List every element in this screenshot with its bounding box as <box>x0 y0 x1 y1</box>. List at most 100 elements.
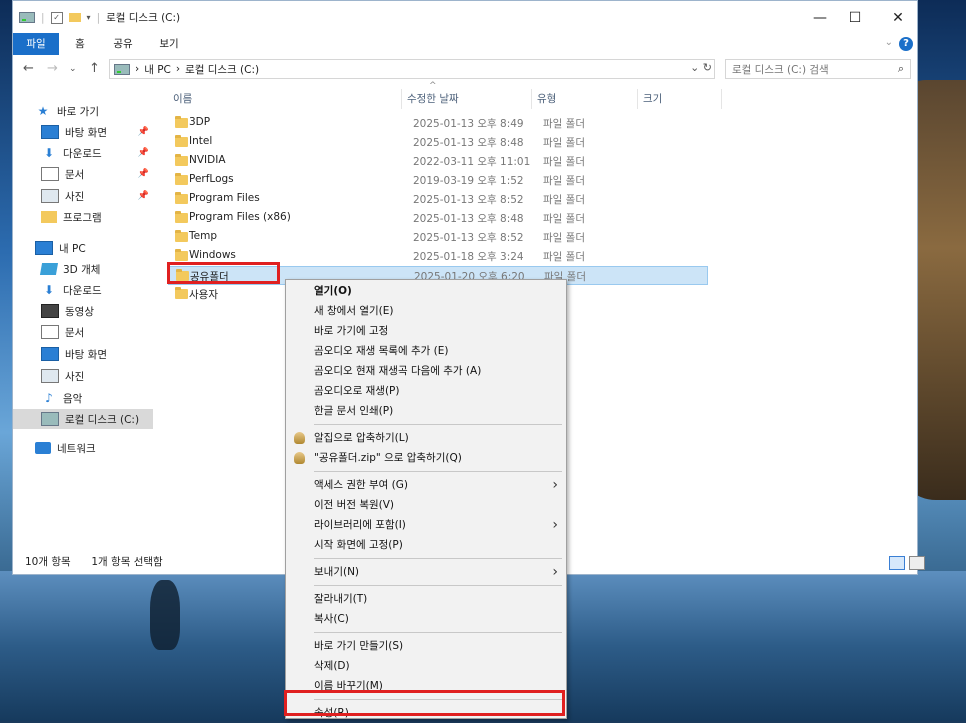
maximize-button[interactable]: ☐ <box>835 5 875 31</box>
file-type: 파일 폴더 <box>543 194 585 206</box>
menu-item[interactable]: 삭제(D) <box>314 656 350 676</box>
tab-file[interactable]: 파일 <box>13 33 59 55</box>
refresh-button[interactable]: ⌄ ↻ <box>690 61 712 74</box>
ribbon-expand-icon[interactable]: ⌄ <box>885 37 893 48</box>
drive-icon <box>41 412 59 426</box>
sidebar-item[interactable]: ⬇ 다운로드 <box>13 280 153 300</box>
menu-item[interactable]: 한글 문서 인쇄(P) <box>314 401 393 421</box>
sidebar-item[interactable]: 로컬 디스크 (C:) <box>13 409 153 429</box>
menu-item[interactable]: 곰오디오 현재 재생곡 다음에 추가 (A) <box>314 361 481 381</box>
sidebar-item-label: 네트워크 <box>57 442 96 455</box>
file-row[interactable]: Program Files (x86) 2025-01-13 오후 8:48 파일 … <box>168 209 708 228</box>
file-row[interactable]: NVIDIA 2022-03-11 오후 11:01 파일 폴더 <box>168 152 708 171</box>
column-type[interactable]: 유형 <box>537 91 556 106</box>
column-size[interactable]: 크기 <box>643 91 662 106</box>
drive-icon <box>114 63 130 75</box>
file-row[interactable]: Temp 2025-01-13 오후 8:52 파일 폴더 <box>168 228 708 247</box>
properties-check-icon[interactable]: ✓ <box>50 11 63 24</box>
tab-share[interactable]: 공유 <box>105 33 141 55</box>
sidebar-item[interactable]: 내 PC <box>13 238 153 258</box>
document-icon <box>41 325 59 339</box>
sidebar-item[interactable]: 동영상 <box>13 301 153 321</box>
breadcrumb-local-disk[interactable]: 로컬 디스크 (C:) <box>185 62 259 77</box>
menu-item[interactable]: 바로 가기 만들기(S) <box>314 636 403 656</box>
back-button[interactable]: ← <box>23 61 34 76</box>
file-row[interactable]: Intel 2025-01-13 오후 8:48 파일 폴더 <box>168 133 708 152</box>
menu-item[interactable]: 바로 가기에 고정 <box>314 321 388 341</box>
help-icon[interactable]: ? <box>899 37 913 51</box>
customize-toolbar-icon[interactable]: ▾ <box>87 13 91 22</box>
desktop-icon <box>41 347 59 361</box>
search-box[interactable]: ⌕ <box>725 59 911 79</box>
menu-item[interactable]: 곰오디오 재생 목록에 추가 (E) <box>314 341 448 361</box>
breadcrumb-this-pc[interactable]: 내 PC <box>144 62 171 77</box>
up-button[interactable]: ↑ <box>89 61 100 76</box>
sidebar-item-label: 내 PC <box>59 242 86 255</box>
sidebar-item-label: 음악 <box>63 392 83 405</box>
folder-icon <box>175 116 188 128</box>
menu-item[interactable]: 알집으로 압축하기(L) <box>314 428 409 448</box>
file-type: 파일 폴더 <box>543 175 585 187</box>
folder-icon <box>175 230 188 242</box>
sidebar-item[interactable]: 사진 <box>13 366 153 386</box>
sidebar-item[interactable]: ⬇ 다운로드 📌 <box>13 143 153 163</box>
search-input[interactable] <box>730 61 884 79</box>
drive-icon[interactable] <box>19 12 35 23</box>
pin-icon[interactable]: 📌 <box>138 148 149 158</box>
file-type: 파일 폴더 <box>543 213 585 225</box>
sidebar-item[interactable]: 프로그램 <box>13 207 153 227</box>
menu-item[interactable]: 액세스 권한 부여 (G) <box>314 475 408 495</box>
menu-item[interactable]: 열기(O) <box>314 281 352 301</box>
window-title: 로컬 디스크 (C:) <box>106 12 181 24</box>
new-folder-icon[interactable] <box>68 13 81 22</box>
menu-item[interactable]: 곰오디오로 재생(P) <box>314 381 399 401</box>
pin-icon[interactable]: 📌 <box>138 127 149 137</box>
file-date: 2025-01-13 오후 8:48 <box>413 213 524 225</box>
sidebar-item[interactable]: 3D 개체 <box>13 259 153 279</box>
sidebar-item[interactable]: 문서 <box>13 322 153 342</box>
column-name[interactable]: 이름 <box>173 91 192 106</box>
close-button[interactable]: ✕ <box>878 5 918 31</box>
navigation-bar: ← → ⌄ ↑ › 내 PC › 로컬 디스크 (C:) ⌄ ↻ ⌕ <box>13 58 917 82</box>
minimize-button[interactable]: — <box>800 5 840 31</box>
sidebar-item[interactable]: 바탕 화면 📌 <box>13 122 153 142</box>
large-icons-view-button[interactable] <box>909 556 925 570</box>
quick-access-toolbar: | ✓ ▾ | 로컬 디스크 (C:) <box>19 10 180 25</box>
highlight-box-properties <box>284 690 565 716</box>
menu-item[interactable]: 라이브러리에 포함(I) <box>314 515 406 535</box>
menu-item[interactable]: "공유폴더.zip" 으로 압축하기(Q) <box>314 448 462 468</box>
menu-item[interactable]: 잘라내기(T) <box>314 589 367 609</box>
sidebar-item[interactable]: 사진 📌 <box>13 186 153 206</box>
forward-button[interactable]: → <box>47 61 58 76</box>
breadcrumb-separator[interactable]: › <box>176 63 180 75</box>
tab-home[interactable]: 홈 <box>65 33 95 55</box>
file-date: 2025-01-13 오후 8:52 <box>413 194 524 206</box>
folder-icon <box>41 211 57 223</box>
menu-item[interactable]: 복사(C) <box>314 609 349 629</box>
search-icon[interactable]: ⌕ <box>898 62 904 76</box>
sidebar-item[interactable]: ★ 바로 가기 <box>13 101 153 121</box>
sidebar-item[interactable]: ♪ 음악 <box>13 388 153 408</box>
file-name: Program Files (x86) <box>189 211 291 223</box>
status-bar: 10개 항목 1개 항목 선택함 <box>25 554 163 569</box>
tab-view[interactable]: 보기 <box>151 33 187 55</box>
menu-item[interactable]: 보내기(N) <box>314 562 359 582</box>
download-icon: ⬇ <box>43 283 55 297</box>
file-name: Windows <box>189 249 236 261</box>
sidebar-item[interactable]: 바탕 화면 <box>13 344 153 364</box>
file-row[interactable]: 3DP 2025-01-13 오후 8:49 파일 폴더 <box>168 114 708 133</box>
recent-locations-button[interactable]: ⌄ <box>69 64 77 74</box>
sidebar-item[interactable]: 네트워크 <box>13 438 153 458</box>
breadcrumb-separator[interactable]: › <box>135 63 139 75</box>
file-row[interactable]: PerfLogs 2019-03-19 오후 1:52 파일 폴더 <box>168 171 708 190</box>
menu-item[interactable]: 이전 버전 복원(V) <box>314 495 394 515</box>
sidebar-item[interactable]: 문서 📌 <box>13 164 153 184</box>
file-row[interactable]: Program Files 2025-01-13 오후 8:52 파일 폴더 <box>168 190 708 209</box>
pin-icon[interactable]: 📌 <box>138 169 149 179</box>
menu-item[interactable]: 새 창에서 열기(E) <box>314 301 393 321</box>
details-view-button[interactable] <box>889 556 905 570</box>
column-date-modified[interactable]: 수정한 날짜 <box>407 91 459 106</box>
address-bar[interactable]: › 내 PC › 로컬 디스크 (C:) ⌄ ↻ <box>109 59 715 79</box>
menu-item[interactable]: 시작 화면에 고정(P) <box>314 535 403 555</box>
pin-icon[interactable]: 📌 <box>138 191 149 201</box>
